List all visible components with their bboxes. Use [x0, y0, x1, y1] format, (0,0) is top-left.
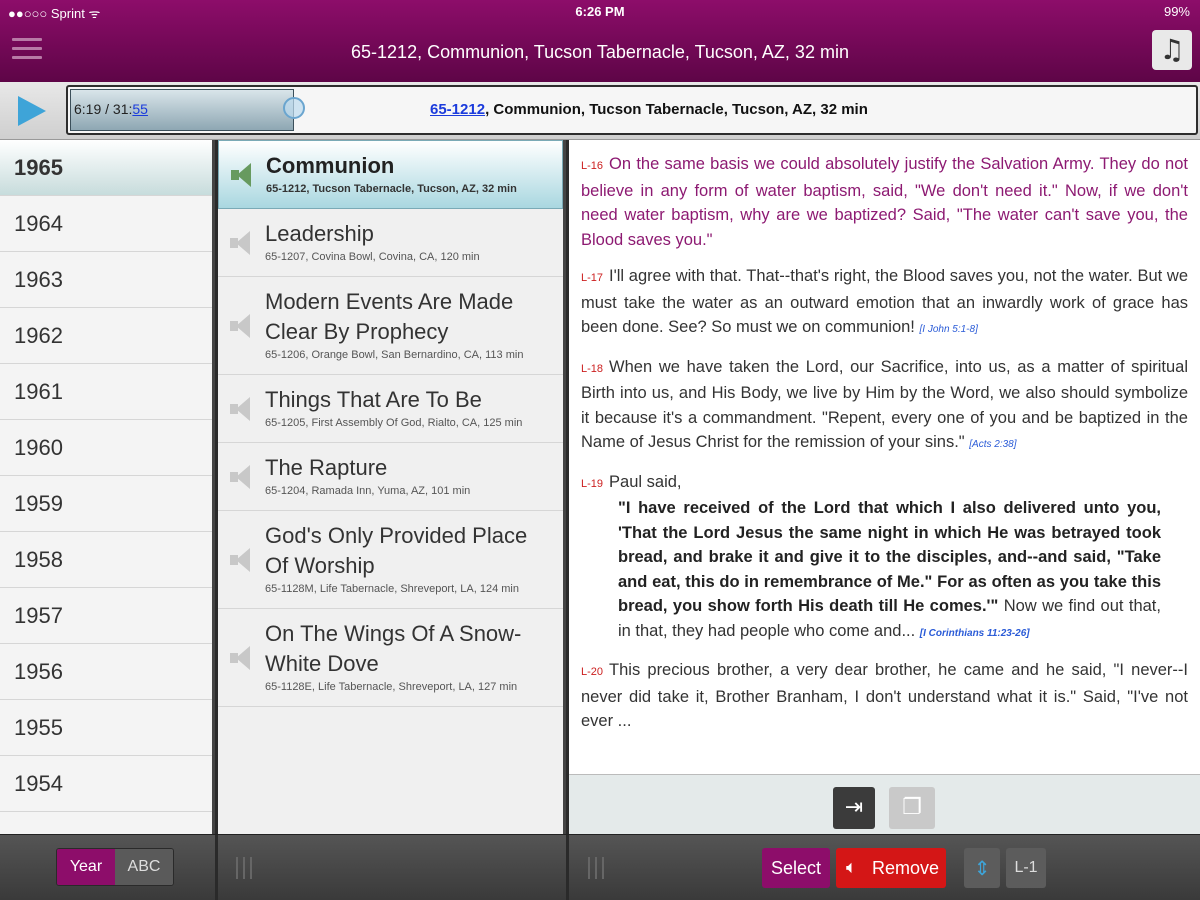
current-paragraph-button[interactable]: L-1	[1006, 848, 1046, 888]
bottom-toolbar: Year ABC Select 🔈︎ Remove ⇕ L-1	[0, 834, 1200, 900]
sermon-text-reader[interactable]: L-16 On the same basis we could absolutel…	[569, 140, 1200, 774]
resize-grip-icon[interactable]	[236, 857, 258, 879]
year-list: 1965 1964 1963 1962 1961 1960 1959 1958 …	[0, 140, 215, 834]
copy-icon[interactable]: ❐	[889, 787, 935, 829]
audio-player-bar: 6:19 / 31:55 65-1212, Communion, Tucson …	[0, 82, 1200, 140]
reader-toolbar: ⇥ ❐	[569, 774, 1200, 834]
year-item[interactable]: 1965	[0, 140, 212, 196]
year-item[interactable]: 1964	[0, 196, 212, 252]
scripture-reference[interactable]: [I Corinthians 11:23-26]	[920, 628, 1030, 639]
sermon-item[interactable]: Things That Are To Be 65-1205, First Ass…	[218, 375, 563, 443]
paragraph-number[interactable]: L-18	[581, 363, 603, 375]
speaker-icon	[230, 230, 254, 255]
paragraph-number[interactable]: L-17	[581, 272, 603, 284]
sermon-details: 65-1128M, Life Tabernacle, Shreveport, L…	[265, 583, 519, 595]
audio-scrubber[interactable]: 6:19 / 31:55 65-1212, Communion, Tucson …	[66, 85, 1198, 135]
sermon-details: 65-1128E, Life Tabernacle, Shreveport, L…	[265, 681, 518, 693]
sermon-item[interactable]: God's Only Provided Place Of Worship 65-…	[218, 511, 563, 609]
sermon-title: The Rapture	[265, 455, 388, 480]
sermon-details: 65-1205, First Assembly Of God, Rialto, …	[265, 417, 523, 429]
speaker-icon	[230, 396, 254, 421]
sort-toggle: Year ABC	[56, 848, 174, 886]
speaker-icon: 🔈︎	[846, 857, 857, 878]
year-item[interactable]: 1962	[0, 308, 212, 364]
speaker-icon	[230, 547, 254, 572]
now-playing-title: 65-1212, Communion, Tucson Tabernacle, T…	[430, 101, 868, 118]
column-divider	[566, 835, 569, 900]
app-header: ●●○○○ Sprint ᯤ 6:26 PM 99% 65-1212, Comm…	[0, 0, 1200, 82]
sermon-details: 65-1207, Covina Bowl, Covina, CA, 120 mi…	[265, 251, 480, 263]
sermon-details: 65-1212, Tucson Tabernacle, Tucson, AZ, …	[266, 183, 517, 195]
sort-year-button[interactable]: Year	[57, 849, 115, 885]
sermon-code-link[interactable]: 65-1212	[430, 101, 485, 118]
year-item[interactable]: 1956	[0, 644, 212, 700]
paragraph-navigator-icon[interactable]: ⇕	[964, 848, 1000, 888]
sermon-title: Things That Are To Be	[265, 387, 482, 412]
paragraph: L-16 On the same basis we could absolutel…	[581, 155, 1188, 249]
sermon-details: 65-1206, Orange Bowl, San Bernardino, CA…	[265, 349, 524, 361]
select-button[interactable]: Select	[762, 848, 830, 888]
paragraph: L-17 I'll agree with that. That--that's r…	[581, 267, 1188, 336]
sermon-item[interactable]: Leadership 65-1207, Covina Bowl, Covina,…	[218, 209, 563, 277]
scripture-quote: "I have received of the Lord that which …	[618, 499, 1161, 640]
speaker-icon	[230, 645, 254, 670]
year-item[interactable]: 1954	[0, 756, 212, 812]
paragraph-number[interactable]: L-19	[581, 478, 603, 490]
year-item[interactable]: 1959	[0, 476, 212, 532]
play-icon[interactable]	[18, 96, 46, 126]
year-item[interactable]: 1963	[0, 252, 212, 308]
paragraph: L-18 When we have taken the Lord, our Sac…	[581, 357, 1188, 452]
sermon-item[interactable]: The Rapture 65-1204, Ramada Inn, Yuma, A…	[218, 443, 563, 511]
scrubber-handle[interactable]	[283, 97, 305, 119]
paragraph: L-20 This precious brother, a very dear b…	[581, 661, 1188, 730]
battery-level: 99%	[1163, 4, 1190, 19]
sermon-title: Communion	[266, 153, 395, 178]
paragraph-number[interactable]: L-16	[581, 160, 603, 172]
scripture-reference[interactable]: [I John 5:1-8]	[919, 324, 977, 335]
sermon-item[interactable]: Modern Events Are Made Clear By Prophecy…	[218, 277, 563, 375]
year-item[interactable]: 1955	[0, 700, 212, 756]
paragraph-number[interactable]: L-20	[581, 666, 603, 678]
year-item[interactable]: 1960	[0, 420, 212, 476]
remove-button[interactable]: 🔈︎ Remove	[836, 848, 946, 888]
status-bar: ●●○○○ Sprint ᯤ 6:26 PM 99%	[0, 4, 1200, 22]
sermon-title: Leadership	[265, 221, 374, 246]
speaker-icon	[230, 464, 254, 489]
sermon-title: Modern Events Are Made Clear By Prophecy	[265, 289, 514, 344]
bookmark-export-icon[interactable]: ⇥	[833, 787, 875, 829]
sermon-details: 65-1204, Ramada Inn, Yuma, AZ, 101 min	[265, 485, 471, 497]
sermon-title: On The Wings Of A Snow-White Dove	[265, 621, 522, 676]
sermon-list: Communion 65-1212, Tucson Tabernacle, Tu…	[218, 140, 566, 834]
sermon-item[interactable]: On The Wings Of A Snow-White Dove 65-112…	[218, 609, 563, 707]
page-title: 65-1212, Communion, Tucson Tabernacle, T…	[351, 42, 849, 62]
paragraph: L-19 Paul said, "I have received of the L…	[581, 470, 1188, 647]
sermon-item[interactable]: Communion 65-1212, Tucson Tabernacle, Tu…	[218, 140, 563, 209]
year-item[interactable]: 1957	[0, 588, 212, 644]
year-item[interactable]: 1958	[0, 532, 212, 588]
music-note-icon[interactable]: ♫	[1152, 30, 1192, 70]
sort-abc-button[interactable]: ABC	[115, 849, 173, 885]
speaker-icon	[230, 313, 254, 338]
column-divider	[215, 835, 218, 900]
year-item[interactable]: 1961	[0, 364, 212, 420]
status-time: 6:26 PM	[575, 4, 625, 19]
elapsed-time: 6:19 / 31:55	[74, 101, 148, 117]
resize-grip-icon[interactable]	[588, 857, 610, 879]
sermon-title: God's Only Provided Place Of Worship	[265, 523, 528, 578]
speaker-icon	[231, 162, 255, 187]
scripture-reference[interactable]: [Acts 2:38]	[969, 439, 1016, 450]
